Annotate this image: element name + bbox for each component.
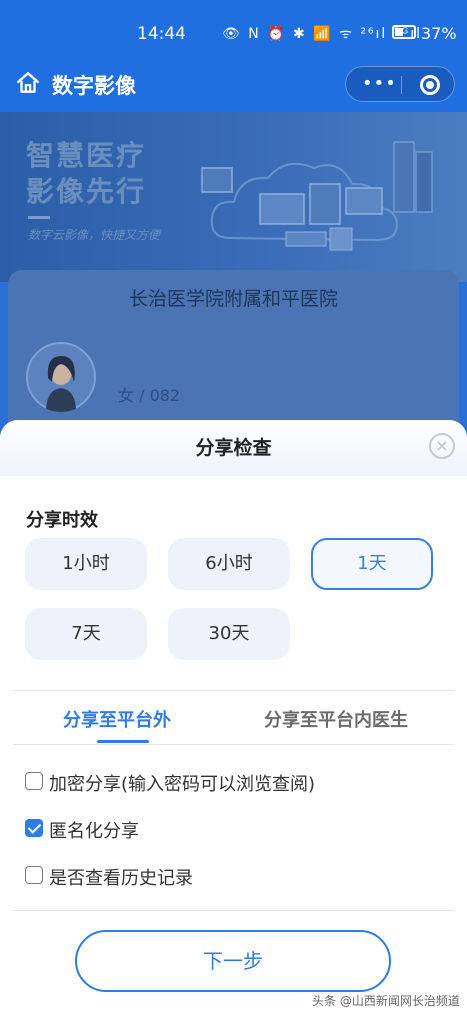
- option-label: 匿名化分享: [49, 821, 139, 842]
- sheet-header: 分享检查 ×: [0, 420, 467, 476]
- close-icon[interactable]: ×: [429, 433, 455, 459]
- option-label: 是否查看历史记录: [49, 868, 193, 889]
- miniprogram-capsule: •••: [345, 66, 455, 102]
- avatar: [26, 342, 96, 412]
- battery-icon: [392, 25, 416, 39]
- option-label: 加密分享(输入密码可以浏览查阅): [49, 774, 316, 795]
- divider: [13, 910, 454, 911]
- duration-option-6h[interactable]: 6小时: [168, 538, 290, 590]
- battery-percent: 37%: [421, 24, 457, 43]
- page-title: 数字影像: [52, 74, 136, 98]
- duration-option-30d[interactable]: 30天: [168, 608, 290, 660]
- banner-subtitle: 数字云影像，快捷又方便: [28, 228, 161, 242]
- medical-cloud-illustration: [201, 141, 433, 251]
- duration-option-7d[interactable]: 7天: [25, 608, 147, 660]
- duration-label: 分享时效: [26, 510, 98, 531]
- status-bar: 14:44 👁 N ⏰ ✱ 📶 ᯤ ²⁶ıl ⁵ᴳıl 37%: [0, 0, 467, 64]
- tab-share-internal-doctor[interactable]: 分享至平台内医生: [264, 706, 408, 732]
- checkbox-checked[interactable]: [25, 819, 43, 837]
- next-button[interactable]: 下一步: [75, 930, 391, 992]
- sheet-title: 分享检查: [195, 437, 272, 459]
- banner: 智慧医疗 影像先行 数字云影像，快捷又方便: [0, 112, 467, 282]
- duration-option-1h[interactable]: 1小时: [25, 538, 147, 590]
- hospital-name: 长治医学院附属和平医院: [128, 288, 338, 310]
- home-icon[interactable]: [15, 70, 41, 96]
- patient-avatar-icon: [26, 342, 96, 412]
- more-icon[interactable]: •••: [362, 73, 397, 94]
- close-miniprogram-icon[interactable]: [420, 75, 440, 95]
- banner-headline-2: 影像先行: [26, 175, 147, 208]
- divider: [13, 744, 454, 745]
- divider: [13, 690, 454, 691]
- checkbox[interactable]: [25, 866, 43, 884]
- status-time: 14:44: [137, 24, 186, 44]
- share-sheet: 分享检查 × 分享时效 1小时 6小时 1天 7天 30天 分享至平台外 分享至…: [0, 420, 467, 1013]
- checkbox[interactable]: [25, 772, 43, 790]
- capsule-divider: [401, 76, 402, 94]
- watermark: 头条 @山西新闻网长治频道: [312, 994, 460, 1008]
- tab-share-external[interactable]: 分享至平台外: [63, 706, 171, 732]
- duration-option-1d[interactable]: 1天: [311, 538, 433, 590]
- banner-divider: [28, 216, 50, 219]
- active-tab-indicator: [97, 740, 149, 743]
- banner-headline-1: 智慧医疗: [26, 139, 147, 172]
- patient-info: 女 / 082: [118, 386, 181, 405]
- nav-bar: 数字影像 •••: [0, 64, 467, 112]
